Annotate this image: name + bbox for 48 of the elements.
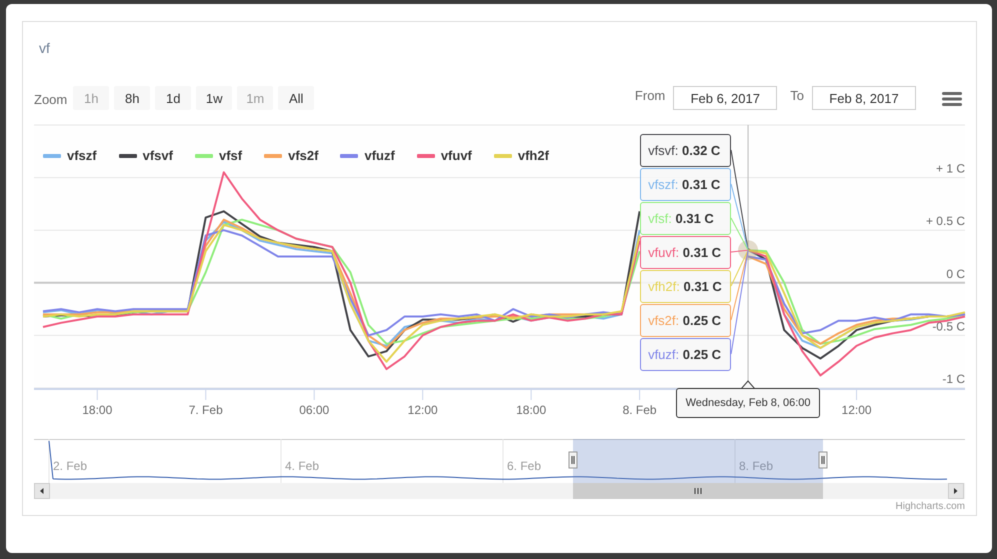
- tooltip-label: vfs2f: 0.25 C: [640, 304, 732, 337]
- navigator-label: 6. Feb: [507, 459, 542, 473]
- from-date-field[interactable]: Feb 6, 2017: [673, 86, 778, 110]
- chart-title: vf: [38, 39, 51, 58]
- scrollbar-thumb[interactable]: [573, 483, 823, 499]
- to-date-field[interactable]: Feb 8, 2017: [812, 86, 916, 110]
- legend-item[interactable]: vfs2f: [288, 148, 318, 163]
- zoom-button[interactable]: All: [278, 86, 314, 110]
- x-axis-label: 8. Feb: [622, 403, 657, 417]
- navigator-handle[interactable]: [568, 452, 578, 468]
- x-axis-label: 18:00: [516, 403, 546, 417]
- x-axis-label: 18:00: [82, 403, 112, 417]
- to-label: To: [790, 87, 804, 105]
- tooltip-label: vfh2f: 0.31 C: [640, 270, 732, 303]
- scroll-right-button[interactable]: [948, 483, 964, 499]
- legend-item[interactable]: vfsvf: [142, 148, 173, 163]
- tooltip-label: vfszf: 0.31 C: [640, 168, 732, 201]
- legend-item[interactable]: vfuzf: [364, 148, 395, 163]
- y-axis-label: 0 C: [946, 266, 965, 281]
- date-tooltip: Wednesday, Feb 8, 06:00: [676, 388, 820, 418]
- tooltip-label: vfuzf: 0.25 C: [640, 338, 732, 371]
- navigator-label: 8. Feb: [739, 459, 774, 473]
- y-axis-label: + 1 C: [936, 162, 965, 176]
- zoom-label: Zoom: [34, 91, 68, 109]
- scroll-left-button[interactable]: [34, 483, 50, 499]
- legend-item[interactable]: vfuvf: [440, 148, 472, 163]
- tooltip-label: vfsvf: 0.32 C: [640, 134, 732, 167]
- tooltip-label: vfsf: 0.31 C: [640, 202, 732, 235]
- zoom-button[interactable]: 8h: [114, 86, 150, 110]
- y-axis-label: -0.5 C: [932, 319, 965, 334]
- zoom-button[interactable]: 1d: [155, 86, 192, 110]
- navigator-label: 2. Feb: [53, 459, 88, 473]
- legend-item[interactable]: vfh2f: [518, 148, 549, 163]
- navigator-label: 4. Feb: [285, 459, 320, 473]
- legend-item[interactable]: vfsf: [218, 148, 242, 163]
- x-axis-label: 12:00: [408, 403, 438, 417]
- from-label: From: [634, 87, 666, 105]
- x-axis-label: 12:00: [842, 403, 872, 417]
- navigator-handle[interactable]: [818, 452, 828, 468]
- tooltip-label: vfuvf: 0.31 C: [640, 236, 732, 269]
- y-axis-label: + 0.5 C: [926, 214, 965, 228]
- y-axis-label: -1 C: [942, 372, 965, 386]
- x-axis-label: 7. Feb: [188, 403, 223, 417]
- menu-icon[interactable]: [942, 92, 962, 106]
- x-axis-label: 06:00: [299, 403, 330, 417]
- legend-item[interactable]: vfszf: [67, 148, 97, 163]
- zoom-button[interactable]: 1w: [196, 86, 232, 110]
- hover-halo: [738, 240, 758, 260]
